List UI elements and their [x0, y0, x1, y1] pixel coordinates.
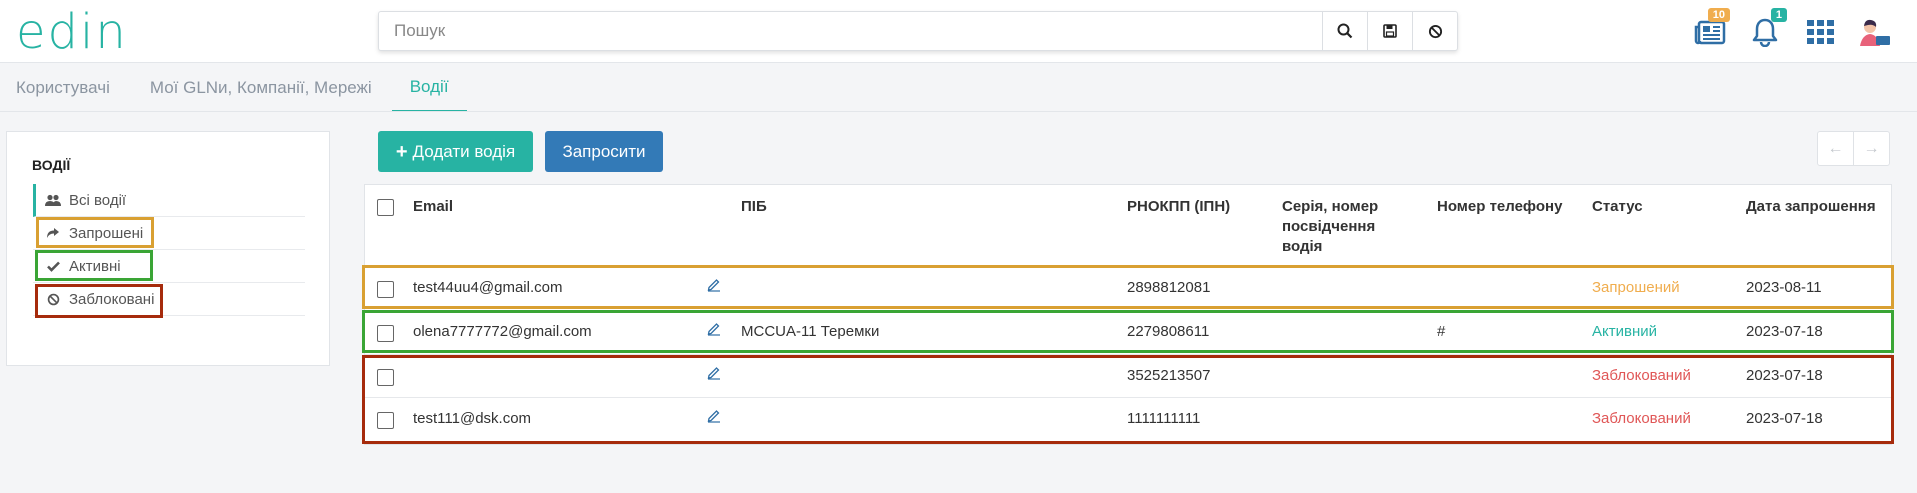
cell-inn: 2898812081: [1127, 279, 1211, 296]
arrow-left-icon: ←: [1827, 139, 1844, 157]
col-header-license-line: Серія, номер: [1282, 198, 1379, 215]
newspaper-icon: [1694, 20, 1726, 45]
grid-icon: [1806, 20, 1834, 44]
row-divider: [365, 310, 1891, 311]
select-all-checkbox[interactable]: [377, 199, 394, 216]
cell-date: 2023-07-18: [1746, 323, 1823, 340]
avatar-icon: [1860, 19, 1890, 46]
users-icon: [45, 194, 61, 207]
col-header-pib[interactable]: ПІБ: [741, 197, 767, 217]
invite-button[interactable]: Запросити: [545, 131, 663, 172]
row-divider: [365, 354, 1891, 355]
notifications-badge: 1: [1770, 8, 1787, 22]
search-icon: [1337, 23, 1353, 39]
search-button[interactable]: [1322, 12, 1367, 50]
row-divider: [365, 266, 1891, 267]
cell-status-blocked: Заблокований: [1592, 410, 1691, 427]
edit-pencil-icon[interactable]: [706, 364, 722, 380]
add-driver-button[interactable]: + Додати водія: [378, 131, 533, 172]
cell-email: test111@dsk.com: [413, 410, 532, 427]
sidebar-item-invited[interactable]: Запрошені: [33, 217, 305, 250]
share-icon: [45, 227, 61, 239]
search-input[interactable]: [379, 12, 1322, 50]
cell-status-blocked: Заблокований: [1592, 367, 1691, 384]
sidebar-item-label: Заблоковані: [69, 290, 155, 308]
cell-inn: 1111111111: [1127, 410, 1201, 427]
prev-page-button[interactable]: ←: [1818, 132, 1854, 165]
add-driver-label: Додати водія: [412, 141, 516, 161]
notifications-button[interactable]: 1: [1747, 8, 1787, 50]
save-search-button[interactable]: [1367, 12, 1412, 50]
ban-icon: [1428, 24, 1442, 38]
row-checkbox[interactable]: [377, 281, 394, 298]
search-bar: [378, 11, 1458, 51]
row-checkbox[interactable]: [377, 369, 394, 386]
next-page-button[interactable]: →: [1854, 132, 1889, 165]
sidebar: ВОДІЇ Всі водії Запрошені Активні Заблок…: [6, 131, 330, 366]
tabs-divider: [0, 111, 1917, 112]
col-header-date[interactable]: Дата запрошення: [1746, 197, 1876, 217]
tab-glns-companies[interactable]: Мої GLNи, Компанії, Мережі: [134, 64, 388, 112]
col-header-license[interactable]: Серія, номер посвідчення водія: [1282, 197, 1378, 257]
apps-menu-button[interactable]: [1802, 14, 1838, 50]
drivers-table: Email ПІБ РНОКПП (ІПН) Серія, номер посв…: [364, 184, 1892, 445]
documents-button[interactable]: 10: [1692, 8, 1730, 50]
arrow-right-icon: →: [1863, 139, 1880, 157]
cell-date: 2023-07-18: [1746, 410, 1823, 427]
col-header-email[interactable]: Email: [413, 197, 453, 217]
cell-status-invited: Запрошений: [1592, 279, 1680, 296]
top-header: edin 10 1: [0, 0, 1917, 63]
cell-date: 2023-08-11: [1746, 279, 1822, 296]
row-checkbox[interactable]: [377, 325, 394, 342]
tab-users[interactable]: Користувачі: [0, 64, 126, 112]
cell-inn: 3525213507: [1127, 367, 1211, 384]
edin-logo[interactable]: edin: [16, 4, 128, 60]
edit-pencil-icon[interactable]: [706, 320, 722, 336]
cell-email: olena7777772@gmail.com: [413, 323, 592, 340]
cell-inn: 2279808611: [1127, 323, 1210, 340]
main-tabs: Користувачі Мої GLNи, Компанії, Мережі В…: [0, 64, 467, 112]
logo-text: edin: [16, 4, 128, 60]
sidebar-item-active[interactable]: Активні: [33, 250, 305, 283]
cell-status-active: Активний: [1592, 323, 1657, 340]
pagination: ← →: [1817, 131, 1890, 166]
tab-drivers[interactable]: Водії: [391, 64, 467, 112]
check-icon: [45, 261, 61, 272]
sidebar-item-label: Всі водії: [69, 191, 127, 209]
sidebar-item-blocked[interactable]: Заблоковані: [33, 283, 305, 316]
cell-phone: #: [1437, 323, 1446, 340]
sidebar-item-label: Активні: [69, 257, 121, 275]
documents-badge: 10: [1707, 8, 1730, 22]
col-header-phone[interactable]: Номер телефону: [1437, 197, 1562, 217]
edit-pencil-icon[interactable]: [706, 407, 722, 423]
cell-date: 2023-07-18: [1746, 367, 1823, 384]
sidebar-title: ВОДІЇ: [32, 157, 71, 173]
cell-email: test44uu4@gmail.com: [413, 279, 563, 296]
row-checkbox[interactable]: [377, 412, 394, 429]
ban-icon: [45, 293, 61, 306]
floppy-disk-icon: [1383, 24, 1397, 38]
sidebar-item-label: Запрошені: [69, 224, 144, 242]
cell-pib: MCCUA-11 Теремки: [741, 323, 880, 340]
col-header-license-line: посвідчення: [1282, 218, 1376, 235]
user-avatar[interactable]: [1856, 14, 1892, 50]
sidebar-item-all-drivers[interactable]: Всі водії: [33, 184, 305, 217]
col-header-inn[interactable]: РНОКПП (ІПН): [1127, 197, 1230, 217]
row-divider: [365, 397, 1891, 398]
plus-icon: +: [395, 140, 408, 163]
col-header-license-line: водія: [1282, 238, 1323, 255]
clear-search-button[interactable]: [1412, 12, 1457, 50]
col-header-status[interactable]: Статус: [1592, 197, 1643, 217]
edit-pencil-icon[interactable]: [706, 276, 722, 292]
